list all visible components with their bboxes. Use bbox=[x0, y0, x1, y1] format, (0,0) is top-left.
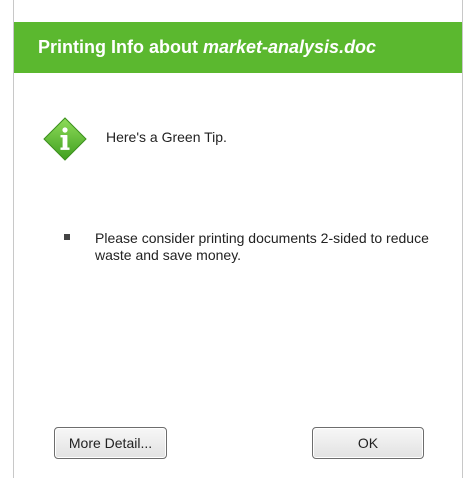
green-tip-dialog: Printing Info about market-analysis.doc … bbox=[13, 0, 463, 478]
dialog-title-filename: market-analysis.doc bbox=[202, 37, 377, 57]
dialog-top-strip bbox=[14, 0, 462, 22]
more-detail-button[interactable]: More Detail... bbox=[54, 427, 167, 459]
info-icon bbox=[43, 117, 87, 161]
dialog-title-bar: Printing Info about market-analysis.doc bbox=[14, 22, 462, 73]
ok-button[interactable]: OK bbox=[312, 427, 424, 459]
bullet-marker bbox=[64, 234, 70, 240]
tip-body: Please consider printing documents 2-sid… bbox=[95, 230, 429, 263]
dialog-title-prefix: Printing Info about bbox=[38, 37, 198, 57]
tip-heading: Here's a Green Tip. bbox=[106, 129, 227, 145]
